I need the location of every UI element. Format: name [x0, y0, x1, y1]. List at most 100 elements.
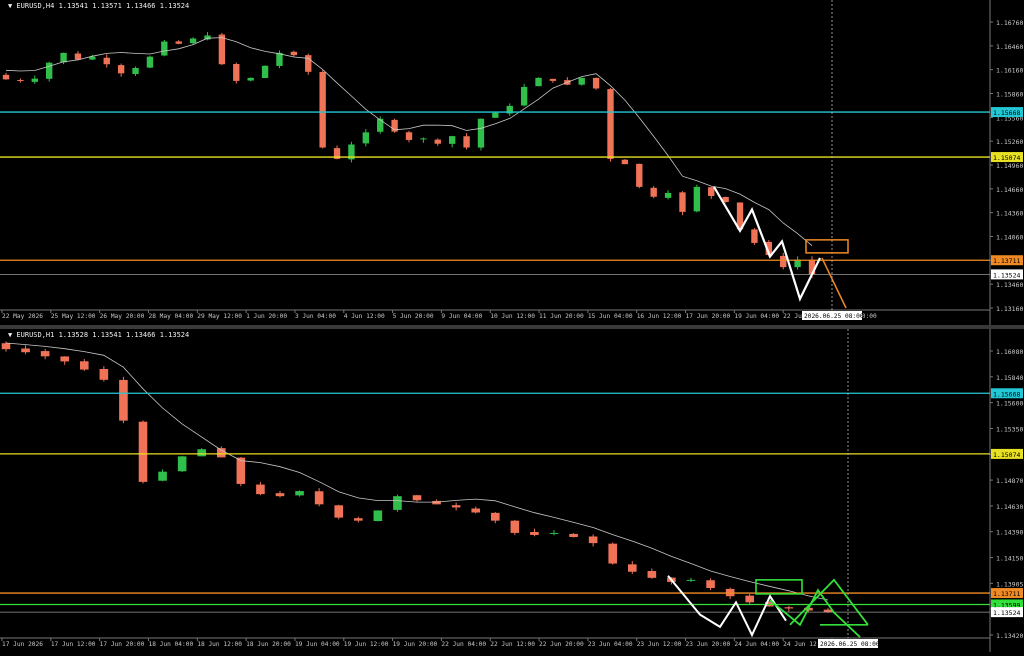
candle-body	[103, 57, 110, 65]
yellow-level-label: 1.15074	[993, 154, 1020, 162]
candle-body	[530, 532, 539, 535]
x-tick-label: 22 Jun 20:00	[539, 641, 584, 648]
y-tick-label: 1.14630	[996, 503, 1023, 511]
candle-body	[412, 495, 422, 501]
candle-body	[627, 564, 637, 572]
x-tick-label: 16 Jun 12:00	[637, 313, 682, 320]
x-tick-label: 17 Jun 20:00	[686, 313, 731, 320]
x-tick-label: 25 May 12:00	[51, 313, 96, 320]
x-tick-label: 22 Jun 12:00	[490, 641, 535, 648]
x-tick-label: 28 May 04:00	[148, 313, 193, 320]
x-tick-label: 18 Jun 20:00	[246, 641, 291, 648]
y-tick-label: 1.16080	[996, 348, 1023, 356]
chart-background	[0, 0, 1024, 325]
candle-body	[275, 493, 285, 497]
candle-body	[535, 77, 542, 87]
x-tick-label: 24 Jun 04:00	[734, 641, 779, 648]
candle-body	[236, 457, 246, 484]
candle-body	[334, 505, 344, 518]
candle-body	[74, 53, 82, 60]
x-tick-label: 23 Jun 12:00	[637, 641, 682, 648]
candle-body	[549, 78, 557, 81]
candle-body	[679, 192, 686, 212]
candle-body	[510, 520, 520, 533]
candle-body	[434, 139, 441, 144]
h4-chart[interactable]: 1.167601.164601.161601.158601.155601.152…	[0, 0, 1024, 325]
h1-chart[interactable]: 1.160801.158401.156001.153501.151101.148…	[0, 329, 1024, 652]
candle-body	[158, 471, 167, 481]
y-tick-label: 1.14060	[996, 234, 1023, 242]
candle-body	[276, 52, 283, 66]
x-tick-label: 19 Jun 04:00	[734, 313, 779, 320]
candle-body	[197, 449, 207, 457]
candle-body	[490, 512, 500, 521]
candle-body	[636, 163, 643, 187]
x-tick-label: 29 May 12:00	[197, 313, 242, 320]
candle-body	[780, 255, 787, 268]
x-tick-label: 17 Jun 12:00	[51, 641, 96, 648]
symbol-info-label: ▼ EURUSD,H1 1.13528 1.13541 1.13466 1.13…	[8, 331, 189, 339]
x-tick-label: 15 Jun 04:00	[588, 313, 633, 320]
candle-body	[477, 118, 485, 148]
candle-body	[377, 118, 384, 132]
candle-body	[79, 361, 89, 370]
candle-body	[607, 89, 614, 159]
candle-body	[608, 543, 618, 564]
orange-level-label: 1.13711	[993, 590, 1020, 598]
candle-body	[290, 51, 298, 56]
y-tick-label: 1.16160	[996, 67, 1023, 75]
x-tick-label: 5 Jun 20:00	[393, 313, 434, 320]
h4-chart-pane[interactable]: 1.16760 1.16460 1.16160 1.15860 1.15560 1.152…	[0, 0, 1024, 325]
candle-body	[647, 571, 657, 578]
x-tick-label: 17 Jun 20:00	[100, 641, 145, 648]
candle-body	[132, 68, 139, 75]
cursor-time-label: 2026.06.25 08:00	[820, 641, 880, 648]
x-tick-label: 19 Jun 20:00	[393, 641, 438, 648]
candle-body	[60, 52, 67, 63]
y-tick-label: 1.16460	[996, 43, 1023, 51]
candle-body	[45, 62, 53, 79]
y-tick-label: 1.15860	[996, 91, 1023, 99]
yellow-level-label: 1.15074	[993, 451, 1020, 459]
candle-body	[650, 187, 657, 197]
cyan-level-label: 1.15668	[993, 390, 1020, 398]
candle-body	[319, 71, 326, 148]
candle-body	[189, 38, 197, 44]
candle-body	[1, 343, 11, 350]
x-tick-label: 18 Jun 12:00	[197, 641, 242, 648]
candle-body	[686, 579, 696, 581]
orange-level-label: 1.13711	[993, 257, 1020, 265]
candle-body	[492, 112, 499, 118]
candle-body	[119, 379, 128, 421]
candle-body	[451, 505, 461, 508]
candle-body	[664, 192, 672, 198]
y-tick-label: 1.14390	[996, 529, 1023, 537]
candle-body	[471, 508, 481, 513]
candle-body	[216, 448, 226, 458]
candle-body	[2, 74, 10, 80]
y-tick-label: 1.13460	[996, 281, 1023, 289]
candle-body	[99, 368, 109, 380]
candle-body	[578, 77, 585, 85]
y-tick-label: 1.14150	[996, 555, 1023, 563]
candle-body	[17, 79, 24, 81]
candle-body	[353, 518, 363, 521]
candle-body	[175, 41, 182, 44]
y-tick-label: 1.16760	[996, 19, 1023, 27]
x-tick-label: 18 Jun 04:00	[148, 641, 193, 648]
x-tick-label: 23 Jun 04:00	[588, 641, 633, 648]
y-tick-label: 1.14660	[996, 186, 1023, 194]
candle-body	[693, 186, 701, 212]
candle-body	[233, 63, 240, 81]
candle-body	[218, 34, 226, 65]
y-tick-label: 1.15600	[996, 400, 1023, 408]
candle-body	[432, 500, 441, 505]
candle-body	[177, 456, 187, 472]
y-tick-label: 1.13420	[996, 632, 1023, 640]
candle-body	[393, 496, 402, 510]
candle-body	[745, 595, 755, 603]
x-tick-label: 11 Jun 20:00	[539, 313, 584, 320]
h1-chart-pane[interactable]: 1.160801.158401.156001.153501.151101.148…	[0, 329, 1024, 652]
y-tick-label: 1.15260	[996, 138, 1023, 146]
candle-body	[448, 136, 456, 144]
